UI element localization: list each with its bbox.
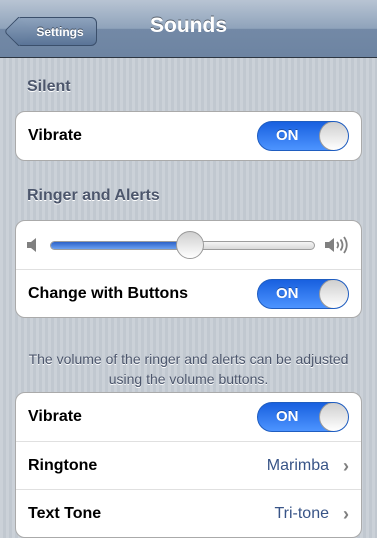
toggle-knob (319, 122, 348, 150)
ringtone-label: Ringtone (28, 457, 98, 474)
volume-buttons-note: The volume of the ringer and alerts can … (28, 351, 349, 387)
ringer-section-header: Ringer and Alerts (27, 187, 160, 204)
toggle-state-text: ON (276, 127, 299, 144)
vibrate-toggle[interactable]: ON (257, 402, 349, 432)
navigation-bar: Settings Sounds (0, 0, 377, 58)
change-with-buttons-toggle[interactable]: ON (257, 279, 349, 309)
text-tone-row[interactable]: Text Tone Tri-tone › (16, 489, 361, 537)
change-with-buttons-row: Change with Buttons ON (16, 269, 361, 317)
settings-back-button[interactable]: Settings (15, 17, 97, 46)
silent-vibrate-toggle[interactable]: ON (257, 121, 349, 151)
toggle-knob (319, 403, 348, 431)
change-with-buttons-label: Change with Buttons (28, 285, 188, 302)
vibrate-row: Vibrate ON (16, 393, 361, 441)
volume-slider-fill (51, 242, 191, 249)
chevron-right-icon: › (343, 504, 349, 524)
silent-section-header: Silent (27, 78, 71, 95)
sounds-group: Vibrate ON Ringtone Marimba › Text Tone … (15, 392, 362, 538)
silent-vibrate-row: Vibrate ON (16, 112, 361, 160)
silent-vibrate-label: Vibrate (28, 127, 82, 144)
toggle-state-text: ON (276, 408, 299, 425)
text-tone-value: Tri-tone (274, 505, 329, 522)
ringtone-value: Marimba (266, 457, 329, 474)
ringtone-row[interactable]: Ringtone Marimba › (16, 441, 361, 489)
speaker-high-icon (324, 236, 350, 259)
vibrate-label: Vibrate (28, 408, 82, 425)
speaker-low-icon (26, 236, 40, 259)
volume-slider-row (16, 221, 361, 269)
text-tone-label: Text Tone (28, 505, 102, 522)
silent-group: Vibrate ON (15, 111, 362, 161)
toggle-knob (319, 280, 348, 308)
toggle-state-text: ON (276, 285, 299, 302)
back-button-label: Settings (36, 24, 84, 39)
volume-slider-knob[interactable] (176, 231, 205, 259)
ringer-group: Change with Buttons ON (15, 220, 362, 318)
chevron-right-icon: › (343, 456, 349, 476)
